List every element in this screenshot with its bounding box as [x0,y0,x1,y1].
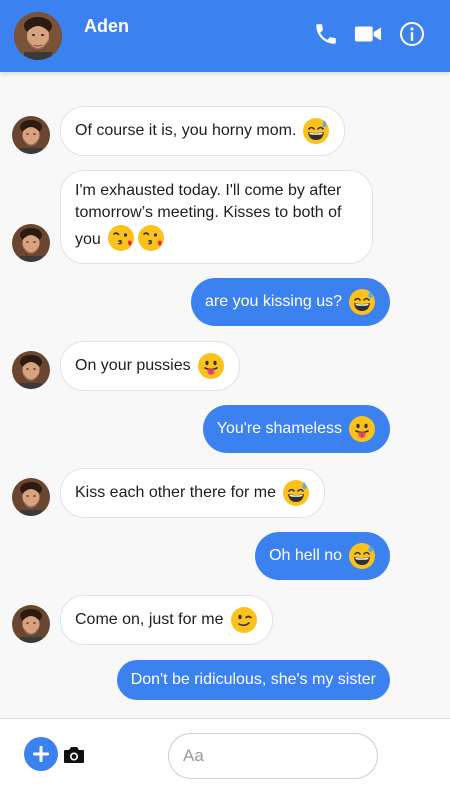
message-text: Come on, just for me [75,611,224,628]
message-row: are you kissing us? [0,278,450,326]
winking-emoji-icon [229,606,258,634]
message-list[interactable]: Of course it is, you horny mom. I'm exha… [0,72,450,718]
message-row: Oh hell no [0,532,450,580]
contact-avatar-small [12,224,50,262]
video-camera-icon[interactable] [354,20,382,48]
chat-app: Aden Of course it is, you horny mom. I'm… [0,0,450,790]
tongue-out-emoji-icon [196,352,225,380]
message-text: Oh hell no [269,547,342,564]
incoming-message-bubble[interactable]: On your pussies [60,341,240,391]
outgoing-message-bubble[interactable]: Don't be ridiculous, she's my sister [116,660,390,700]
contact-avatar[interactable] [14,12,62,60]
message-text: Of course it is, you horny mom. [75,122,297,139]
incoming-message-bubble[interactable]: Kiss each other there for me [60,468,325,518]
grinning-sweat-emoji-icon [282,479,310,507]
kissing-heart-emoji-icon [136,224,165,252]
message-text: are you kissing us? [205,293,342,310]
outgoing-message-bubble[interactable]: Oh hell no [255,532,390,580]
kissing-heart-emoji-icon [106,224,135,252]
tongue-out-emoji-icon [348,415,376,443]
message-row: Kiss each other there for me [0,468,450,518]
message-row: Of course it is, you horny mom. [0,106,450,156]
message-row: I'm exhausted today. I'll come by after … [0,170,450,264]
grinning-sweat-emoji-icon [302,117,331,145]
contact-avatar-small [12,478,50,516]
phone-icon[interactable] [312,20,340,48]
message-text: You're shameless [216,420,342,437]
camera-icon [64,747,84,763]
grinning-sweat-emoji-icon [348,542,376,570]
contact-name: Aden [84,16,129,36]
outgoing-message-bubble[interactable]: You're shameless [202,405,390,453]
composer-bar [0,718,450,790]
incoming-message-bubble[interactable]: I'm exhausted today. I'll come by after … [60,170,373,264]
message-text: On your pussies [75,357,191,374]
incoming-message-bubble[interactable]: Of course it is, you horny mom. [60,106,346,156]
contact-avatar-small [12,351,50,389]
add-attachment-button[interactable] [24,737,58,771]
chat-header: Aden [0,0,450,72]
info-icon[interactable] [398,20,426,48]
message-row: You're shameless [0,405,450,453]
camera-button[interactable] [63,745,85,765]
message-input[interactable] [168,733,378,779]
contact-avatar-small [12,605,50,643]
outgoing-message-bubble[interactable]: are you kissing us? [191,278,390,326]
message-text: Don't be ridiculous, she's my sister [130,671,376,688]
message-row: On your pussies [0,341,450,391]
plus-icon [33,746,49,762]
message-row: Come on, just for me [0,595,450,645]
incoming-message-bubble[interactable]: Come on, just for me [60,595,273,645]
message-text: Kiss each other there for me [75,484,276,501]
contact-avatar-small [12,116,50,154]
message-row: Don't be ridiculous, she's my sister [0,660,450,700]
grinning-sweat-emoji-icon [348,288,376,316]
